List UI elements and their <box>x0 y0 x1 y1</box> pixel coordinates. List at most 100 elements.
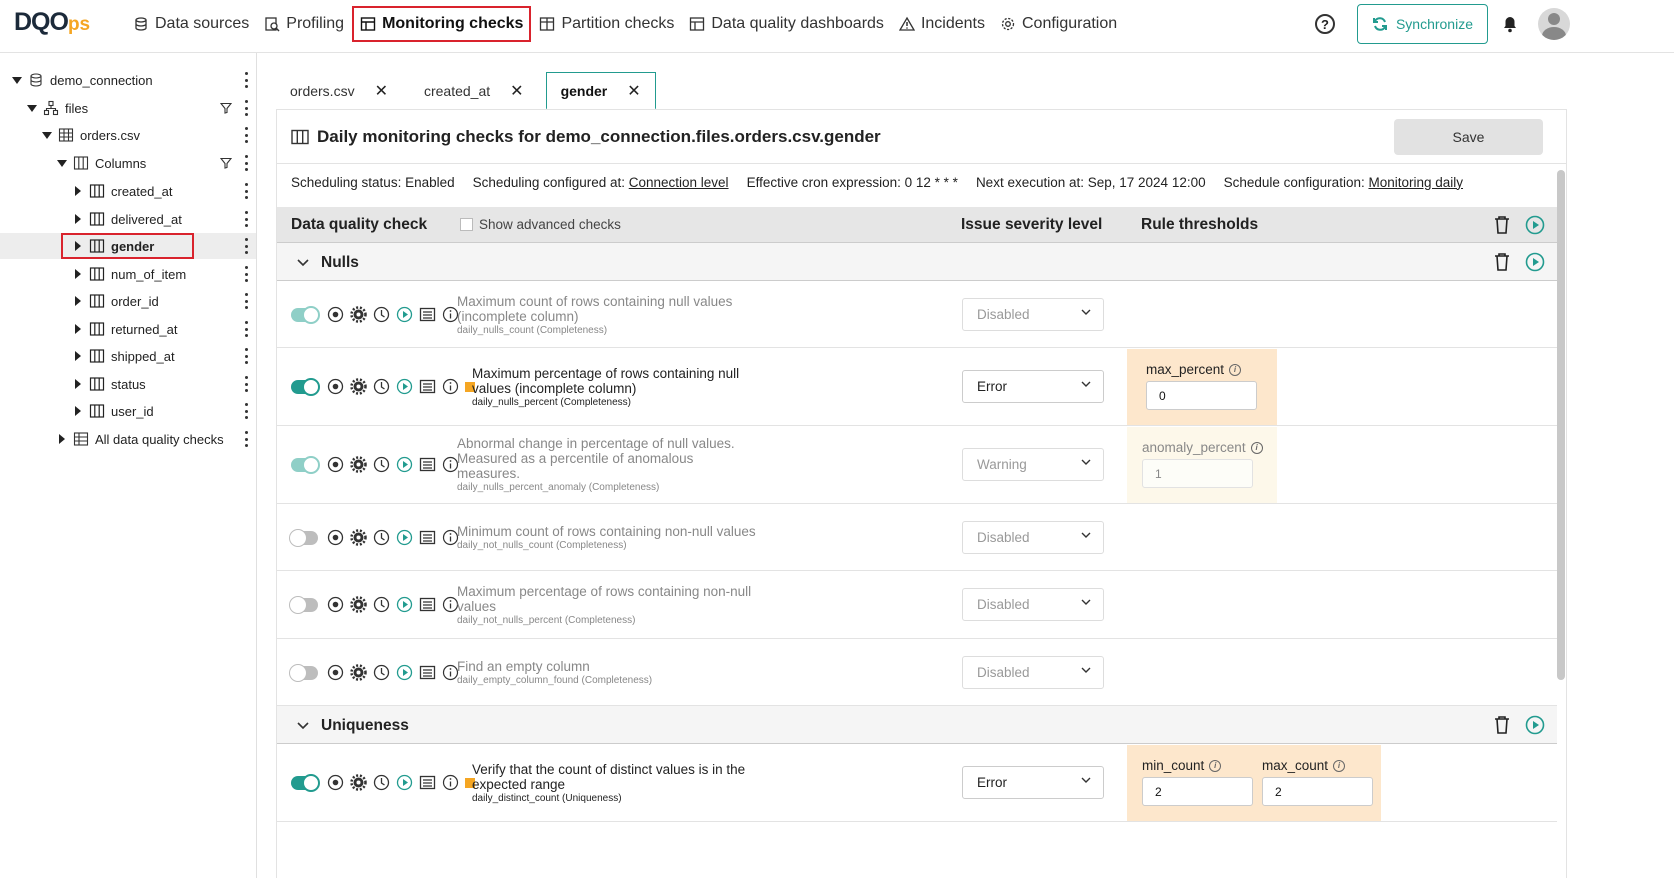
severity-select[interactable]: Disabled <box>962 521 1104 554</box>
caret-right-icon[interactable] <box>73 296 83 306</box>
results-icon[interactable] <box>419 774 436 791</box>
save-button[interactable]: Save <box>1394 119 1543 155</box>
stop-circle-icon[interactable] <box>327 456 344 473</box>
vertical-scrollbar[interactable] <box>1557 170 1565 680</box>
run-icon[interactable] <box>396 306 413 323</box>
tree-item-table[interactable]: orders.csv <box>0 122 256 148</box>
tree-item-column[interactable]: created_at <box>0 178 256 204</box>
gear-icon[interactable] <box>350 529 367 546</box>
user-avatar[interactable] <box>1538 8 1570 40</box>
caret-right-icon[interactable] <box>73 241 83 251</box>
tree-item-all-checks[interactable]: All data quality checks <box>0 426 256 452</box>
tree-item-column[interactable]: num_of_item <box>0 261 256 287</box>
trash-icon[interactable] <box>1493 715 1511 735</box>
run-icon[interactable] <box>396 774 413 791</box>
synchronize-button[interactable]: Synchronize <box>1356 4 1488 44</box>
stop-circle-icon[interactable] <box>327 529 344 546</box>
tree-item-connection[interactable]: demo_connection <box>0 67 256 93</box>
info-icon[interactable] <box>442 378 459 395</box>
caret-right-icon[interactable] <box>73 324 83 334</box>
kebab-menu-icon[interactable] <box>244 183 248 199</box>
trash-icon[interactable] <box>1493 252 1511 272</box>
enable-toggle[interactable] <box>289 595 318 614</box>
tree-item-column[interactable]: status <box>0 371 256 397</box>
tab-orders-csv[interactable]: orders.csv ✕ <box>276 72 402 109</box>
caret-right-icon[interactable] <box>73 269 83 279</box>
nav-monitoring-checks[interactable]: Monitoring checks <box>352 6 532 42</box>
severity-select[interactable]: Disabled <box>962 298 1104 331</box>
gear-icon[interactable] <box>350 596 367 613</box>
kebab-menu-icon[interactable] <box>244 155 248 171</box>
info-icon[interactable] <box>442 774 459 791</box>
caret-right-icon[interactable] <box>57 434 67 444</box>
stop-circle-icon[interactable] <box>327 378 344 395</box>
gear-icon[interactable] <box>350 664 367 681</box>
gear-icon[interactable] <box>350 774 367 791</box>
filter-icon[interactable] <box>220 157 232 169</box>
kebab-menu-icon[interactable] <box>244 211 248 227</box>
threshold-input[interactable]: 0 <box>1146 381 1257 410</box>
caret-down-icon[interactable] <box>57 158 67 168</box>
tab-created-at[interactable]: created_at ✕ <box>410 72 538 109</box>
enable-toggle[interactable] <box>289 663 318 682</box>
enable-toggle[interactable] <box>291 773 320 792</box>
nav-incidents[interactable]: Incidents <box>892 6 992 42</box>
clock-icon[interactable] <box>373 378 390 395</box>
results-icon[interactable] <box>419 596 436 613</box>
gear-icon[interactable] <box>350 456 367 473</box>
gear-icon[interactable] <box>350 306 367 323</box>
tree-item-column[interactable]: order_id <box>0 288 256 314</box>
caret-right-icon[interactable] <box>73 351 83 361</box>
results-icon[interactable] <box>419 378 436 395</box>
clock-icon[interactable] <box>373 664 390 681</box>
gear-icon[interactable] <box>350 378 367 395</box>
nav-configuration[interactable]: Configuration <box>993 6 1124 42</box>
clock-icon[interactable] <box>373 306 390 323</box>
caret-right-icon[interactable] <box>73 406 83 416</box>
kebab-menu-icon[interactable] <box>244 348 248 364</box>
threshold-input[interactable]: 2 <box>1262 777 1373 806</box>
trash-icon[interactable] <box>1493 215 1511 235</box>
results-icon[interactable] <box>419 529 436 546</box>
kebab-menu-icon[interactable] <box>244 321 248 337</box>
stop-circle-icon[interactable] <box>327 306 344 323</box>
severity-select[interactable]: Error <box>962 370 1104 403</box>
group-nulls[interactable]: Nulls <box>277 243 1557 281</box>
tree-item-column[interactable]: returned_at <box>0 316 256 342</box>
group-uniqueness[interactable]: Uniqueness <box>277 706 1557 744</box>
clock-icon[interactable] <box>373 774 390 791</box>
tab-gender[interactable]: gender ✕ <box>545 72 656 110</box>
clock-icon[interactable] <box>373 596 390 613</box>
kebab-menu-icon[interactable] <box>244 293 248 309</box>
tree-item-schema[interactable]: files <box>0 95 256 121</box>
nav-partition-checks[interactable]: Partition checks <box>532 6 681 42</box>
tree-item-column[interactable]: shipped_at <box>0 343 256 369</box>
kebab-menu-icon[interactable] <box>244 127 248 143</box>
enable-toggle[interactable] <box>291 305 320 324</box>
tree-item-column[interactable]: user_id <box>0 398 256 424</box>
results-icon[interactable] <box>419 306 436 323</box>
show-advanced-checks[interactable]: Show advanced checks <box>460 217 621 232</box>
connection-level-link[interactable]: Connection level <box>629 175 729 190</box>
monitoring-daily-link[interactable]: Monitoring daily <box>1368 175 1463 190</box>
close-icon[interactable]: ✕ <box>627 81 640 101</box>
kebab-menu-icon[interactable] <box>244 376 248 392</box>
severity-select[interactable]: Warning <box>962 448 1104 481</box>
info-icon[interactable]: i <box>1250 441 1263 454</box>
caret-down-icon[interactable] <box>12 75 22 85</box>
kebab-menu-icon[interactable] <box>244 431 248 447</box>
stop-circle-icon[interactable] <box>327 774 344 791</box>
run-icon[interactable] <box>396 529 413 546</box>
kebab-menu-icon[interactable] <box>244 403 248 419</box>
info-icon[interactable]: i <box>1333 759 1346 772</box>
stop-circle-icon[interactable] <box>327 664 344 681</box>
nav-dashboards[interactable]: Data quality dashboards <box>682 6 891 42</box>
tree-item-columns[interactable]: Columns <box>0 150 256 176</box>
run-icon[interactable] <box>396 378 413 395</box>
kebab-menu-icon[interactable] <box>244 266 248 282</box>
results-icon[interactable] <box>419 664 436 681</box>
checkbox[interactable] <box>460 218 473 231</box>
threshold-input[interactable]: 1 <box>1142 459 1253 488</box>
enable-toggle[interactable] <box>289 528 318 547</box>
clock-icon[interactable] <box>373 529 390 546</box>
